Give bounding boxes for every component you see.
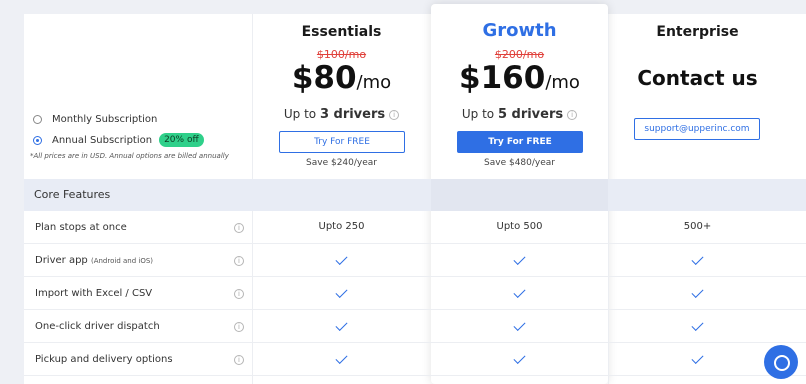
monthly-radio[interactable] bbox=[33, 114, 42, 124]
feature-label: Plan stops at once bbox=[35, 222, 127, 233]
section-title: Core Features bbox=[34, 188, 111, 201]
price: $160/mo bbox=[459, 60, 580, 96]
check-icon bbox=[253, 252, 430, 266]
plan-growth: Growth $200/mo $160/mo Up to 5 drivers i … bbox=[431, 4, 608, 179]
price: $80/mo bbox=[291, 60, 392, 96]
feature-label: One-click driver dispatch bbox=[35, 321, 160, 332]
discount-badge: 20% off bbox=[159, 133, 204, 147]
info-icon[interactable]: i bbox=[389, 109, 400, 120]
check-icon bbox=[431, 252, 608, 266]
driver-limit: Up to 5 drivers i bbox=[431, 107, 608, 122]
driver-limit: Up to 3 drivers i bbox=[253, 107, 430, 122]
feature-row: Import with Excel / CSV i bbox=[24, 277, 806, 310]
chat-icon[interactable] bbox=[764, 345, 798, 379]
annual-radio[interactable] bbox=[33, 135, 42, 145]
check-icon bbox=[431, 351, 608, 365]
feature-label: Pickup and delivery options bbox=[35, 354, 173, 365]
feature-row: One-click driver dispatch i bbox=[24, 310, 806, 343]
info-icon[interactable]: i bbox=[567, 109, 578, 120]
check-icon bbox=[253, 285, 430, 299]
contact-us: Contact us bbox=[637, 66, 758, 90]
feature-label: Driver app (Android and iOS) bbox=[35, 255, 154, 266]
section-header: Core Features bbox=[24, 179, 806, 211]
plan-name: Growth bbox=[482, 20, 557, 41]
check-icon bbox=[609, 252, 786, 266]
annual-savings: Save $480/year bbox=[484, 158, 555, 168]
info-icon[interactable]: i bbox=[234, 256, 244, 266]
feature-value: Upto 500 bbox=[496, 221, 543, 232]
info-icon[interactable]: i bbox=[234, 322, 244, 332]
support-email-button[interactable]: support@upperinc.com bbox=[634, 118, 760, 140]
try-free-button[interactable]: Try For FREE bbox=[457, 131, 583, 153]
feature-row: Pickup and delivery options i bbox=[24, 343, 806, 376]
check-icon bbox=[253, 318, 430, 332]
check-icon bbox=[431, 318, 608, 332]
feature-value: Upto 250 bbox=[318, 221, 365, 232]
monthly-label: Monthly Subscription bbox=[52, 113, 158, 125]
check-icon bbox=[609, 285, 786, 299]
plan-essentials: Essentials $100/mo $80/mo Up to 3 driver… bbox=[253, 4, 430, 179]
plan-name: Essentials bbox=[301, 24, 382, 40]
annual-option[interactable]: Annual Subscription 20% off bbox=[30, 131, 250, 149]
plan-enterprise: Enterprise Contact us support@upperinc.c… bbox=[609, 4, 786, 179]
annual-label: Annual Subscription bbox=[52, 134, 153, 146]
check-icon bbox=[609, 318, 786, 332]
growth-column-shade bbox=[431, 179, 608, 211]
feature-value: 500+ bbox=[683, 221, 712, 232]
check-icon bbox=[431, 285, 608, 299]
info-icon[interactable]: i bbox=[234, 223, 244, 233]
annual-savings: Save $240/year bbox=[306, 158, 377, 168]
check-icon bbox=[609, 351, 786, 365]
plan-name: Enterprise bbox=[656, 24, 739, 40]
check-icon bbox=[253, 351, 430, 365]
info-icon[interactable]: i bbox=[234, 355, 244, 365]
feature-row: Plan stops at once i Upto 250 Upto 500 500+ bbox=[24, 211, 806, 244]
billing-options: Monthly Subscription Annual Subscription… bbox=[30, 110, 250, 161]
feature-row: Driver app (Android and iOS) i bbox=[24, 244, 806, 277]
info-icon[interactable]: i bbox=[234, 289, 244, 299]
monthly-option[interactable]: Monthly Subscription bbox=[30, 110, 250, 128]
pricing-note: *All prices are in USD. Annual options a… bbox=[30, 152, 229, 160]
try-free-button[interactable]: Try For FREE bbox=[279, 131, 405, 153]
feature-label: Import with Excel / CSV bbox=[35, 288, 153, 299]
